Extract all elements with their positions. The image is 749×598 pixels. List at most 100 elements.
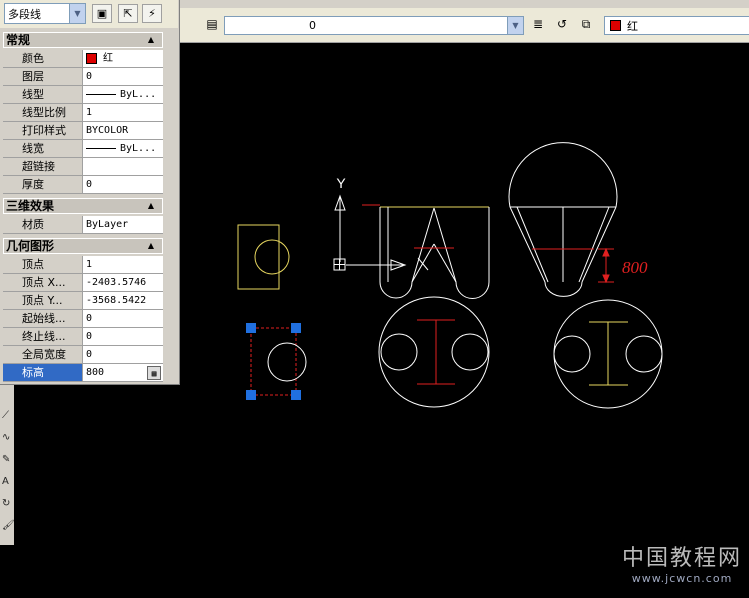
layer-manager-icon[interactable]: ▤: [202, 14, 222, 34]
dimension-800: [598, 247, 614, 284]
collapse-icon[interactable]: ▲: [148, 239, 154, 253]
grip-handle[interactable]: [246, 323, 256, 333]
prop-label: 图层: [3, 68, 83, 86]
prop-row-plotstyle[interactable]: 打印样式 BYCOLOR: [3, 122, 163, 140]
layers-toolbar: ▤ 💡 ☀ 🔓 0 ▼ ≣ ↺ ⧉ 红: [180, 8, 749, 43]
section-geometry[interactable]: 几何图形 ▲: [3, 238, 163, 254]
chevron-down-icon[interactable]: ▼: [507, 17, 523, 34]
prop-value[interactable]: [83, 158, 163, 176]
prop-value-lineweight[interactable]: ByL...: [83, 140, 163, 158]
prop-row-hyperlink[interactable]: 超链接: [3, 158, 163, 176]
selection-type-value: 多段线: [8, 7, 41, 21]
prop-row-global-width[interactable]: 全局宽度 0: [3, 346, 163, 364]
collapse-icon[interactable]: ▲: [148, 33, 154, 47]
section-title: 几何图形: [6, 239, 55, 253]
prop-label: 线型: [3, 86, 83, 104]
selection-type-combo[interactable]: 多段线 ▼: [4, 3, 86, 24]
prop-row-color[interactable]: 颜色 红: [3, 50, 163, 68]
prop-label: 终止线...: [3, 328, 83, 346]
linetype-sample: [86, 93, 116, 95]
selected-polyline[interactable]: [246, 323, 307, 400]
prop-row-elevation[interactable]: 标高 800 ▦: [3, 364, 163, 382]
prop-value-linetype[interactable]: ByL...: [83, 86, 163, 104]
prop-label: 超链接: [3, 158, 83, 176]
prop-row-vertex-y[interactable]: 顶点 Y... -3568.5422: [3, 292, 163, 310]
prop-row-vertex-x[interactable]: 顶点 X... -2403.5746: [3, 274, 163, 292]
prop-row-linetype-scale[interactable]: 线型比例 1: [3, 104, 163, 122]
prop-label: 颜色: [3, 50, 83, 68]
prop-row-end-width[interactable]: 终止线... 0: [3, 328, 163, 346]
prop-value[interactable]: ByLayer: [83, 216, 163, 234]
dimension-text: 800: [622, 258, 648, 277]
prop-label: 顶点 Y...: [3, 292, 83, 310]
circle-ibeam-yellow: [553, 299, 663, 409]
prop-value[interactable]: 0: [83, 346, 163, 364]
yellow-rectangle: [237, 224, 280, 290]
layer-states-icon[interactable]: ⧉: [576, 14, 596, 34]
prop-value[interactable]: 0: [83, 328, 163, 346]
watermark-url: www.jcwcn.com: [631, 572, 733, 585]
cone-shape: [508, 142, 618, 297]
prop-label: 顶点: [3, 256, 83, 274]
circle-ibeam-red: [378, 296, 490, 408]
color-swatch-red: [86, 52, 97, 64]
prop-row-lineweight[interactable]: 线宽 ByL...: [3, 140, 163, 158]
prop-value[interactable]: 1: [83, 256, 163, 274]
color-combo-value: 红: [627, 19, 638, 33]
prop-label: 起始线...: [3, 310, 83, 328]
pencil-tool-icon[interactable]: ✎: [2, 449, 15, 471]
make-current-icon[interactable]: ≣: [528, 14, 548, 34]
lineweight-sample: [86, 147, 116, 149]
pickadd-icon[interactable]: ▣: [92, 4, 112, 23]
prop-value[interactable]: 1: [83, 104, 163, 122]
prop-row-start-width[interactable]: 起始线... 0: [3, 310, 163, 328]
color-swatch: [610, 20, 621, 31]
layer-combo[interactable]: 0 ▼: [224, 16, 524, 35]
calculator-icon[interactable]: ▦: [147, 366, 161, 380]
prop-label: 厚度: [3, 176, 83, 194]
prop-value[interactable]: -2403.5746: [83, 274, 163, 292]
chevron-down-icon[interactable]: ▼: [69, 4, 85, 23]
properties-palette: 多段线 ▼ ▣ ⇱ ⚡ 常规 ▲ 颜色 红 图层 0 线型 ByL... 线型比…: [0, 0, 180, 385]
watermark-title: 中国教程网: [622, 546, 743, 571]
prop-label: 打印样式: [3, 122, 83, 140]
quick-select-icon[interactable]: ⚡: [142, 4, 162, 23]
grip-handle[interactable]: [291, 390, 301, 400]
rotate-tool-icon[interactable]: ↻: [2, 493, 15, 515]
prop-value[interactable]: 0: [83, 68, 163, 86]
text-tool-icon[interactable]: A: [2, 471, 15, 493]
prop-label: 材质: [3, 216, 83, 234]
collapse-icon[interactable]: ▲: [148, 199, 154, 213]
grip-handle[interactable]: [291, 323, 301, 333]
prop-value[interactable]: -3568.5422: [83, 292, 163, 310]
prop-value-color[interactable]: 红: [83, 50, 163, 68]
section-3d-effects[interactable]: 三维效果 ▲: [3, 198, 163, 214]
prop-row-vertex[interactable]: 顶点 1: [3, 256, 163, 274]
prop-label: 全局宽度: [3, 346, 83, 364]
prop-value: 800: [86, 367, 105, 378]
select-objects-icon[interactable]: ⇱: [118, 4, 138, 23]
brush-tool-icon[interactable]: 🖌: [2, 515, 15, 537]
color-combo[interactable]: 红: [604, 16, 749, 35]
palette-header: 多段线 ▼ ▣ ⇱ ⚡: [0, 0, 178, 28]
elevation-input[interactable]: 800 ▦: [83, 364, 163, 382]
prop-row-thickness[interactable]: 厚度 0: [3, 176, 163, 194]
watermark: 中国教程网 www.jcwcn.com: [622, 540, 742, 585]
section-general[interactable]: 常规 ▲: [3, 32, 163, 48]
prop-row-layer[interactable]: 图层 0: [3, 68, 163, 86]
layer-previous-icon[interactable]: ↺: [552, 14, 572, 34]
prop-value[interactable]: 0: [83, 310, 163, 328]
polyline-tool-icon[interactable]: ∿: [2, 427, 15, 449]
prop-value[interactable]: 0: [83, 176, 163, 194]
line-tool-icon[interactable]: ⟋: [2, 405, 15, 427]
prop-label: 标高: [3, 364, 83, 382]
ucs-y-label: Y: [336, 175, 346, 191]
prop-row-material[interactable]: 材质 ByLayer: [3, 216, 163, 234]
draw-toolbar: ⟋ ∿ ✎ A ↻ 🖌: [0, 385, 15, 545]
prop-value: ByL...: [120, 89, 157, 100]
prop-row-linetype[interactable]: 线型 ByL...: [3, 86, 163, 104]
trapezoid-shape: [362, 204, 490, 299]
prop-label: 顶点 X...: [3, 274, 83, 292]
prop-value[interactable]: BYCOLOR: [83, 122, 163, 140]
grip-handle[interactable]: [246, 390, 256, 400]
